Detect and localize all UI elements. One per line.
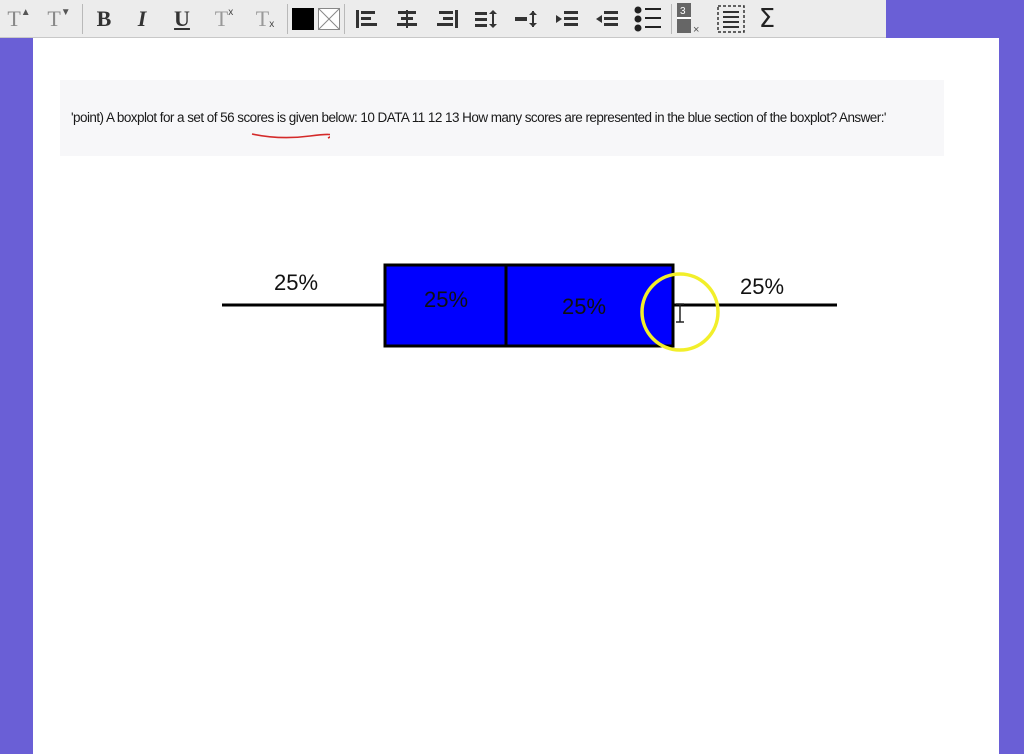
indent-glyph [556, 10, 578, 26]
no-fill-swatch [318, 7, 340, 30]
whiteboard-canvas[interactable]: 'point) A boxplot for a set of 56 scores… [33, 38, 999, 754]
align-center-icon[interactable] [387, 4, 427, 34]
bold-button[interactable]: B [85, 4, 123, 34]
boxplot-label-1: 25% [274, 270, 318, 295]
outdent-glyph [596, 10, 618, 26]
italic-label: I [137, 5, 147, 31]
svg-text:3: 3 [680, 6, 686, 17]
no-fill-icon[interactable] [316, 4, 342, 34]
indent-icon[interactable] [547, 4, 587, 34]
bold-label: B [96, 5, 112, 31]
font-size-increase-button[interactable]: T ▲ [0, 4, 38, 34]
paragraph-spacing-icon[interactable] [507, 4, 547, 34]
fill-color-swatch [292, 7, 314, 30]
boxplot-label-3: 25% [562, 294, 606, 319]
boxplot-label-4: 25% [740, 274, 784, 299]
line-spacing-glyph [475, 9, 497, 28]
paragraph-spacing-glyph [515, 10, 537, 27]
fill-color-icon[interactable] [290, 4, 316, 34]
table-glyph [717, 4, 745, 33]
align-right-glyph [437, 9, 458, 28]
arrow-down-icon: ▼ [60, 7, 71, 18]
align-center-glyph [397, 9, 417, 28]
fraction-icon[interactable]: 3 × [674, 2, 710, 35]
font-size-decrease-button[interactable]: T ▼ [38, 4, 80, 34]
subscript-button[interactable]: Tx [245, 4, 285, 34]
sigma-icon[interactable]: Σ [752, 4, 782, 34]
svg-text:×: × [693, 24, 699, 35]
boxplot-drawing: 25% 25% 25% 25% [222, 263, 837, 352]
text-cursor-icon [676, 303, 684, 323]
fraction-glyph: 3× [677, 2, 699, 35]
toolbar-separator [344, 3, 345, 34]
toolbar-separator [82, 3, 83, 34]
align-left-glyph [356, 9, 377, 28]
formatting-toolbar: T ▲ T ▼ B I U Tx Tx 3 × Σ [0, 0, 886, 38]
superscript-marker-icon: x [228, 7, 234, 18]
subscript-label: T [255, 5, 270, 31]
line-spacing-icon[interactable] [467, 4, 507, 34]
superscript-button[interactable]: Tx [203, 4, 245, 34]
italic-button[interactable]: I [123, 4, 161, 34]
boxplot-label-2: 25% [424, 287, 468, 312]
table-icon[interactable] [710, 4, 752, 34]
bullet-list-glyph [634, 6, 661, 31]
toolbar-separator [671, 3, 672, 34]
bullet-list-icon[interactable] [627, 4, 669, 34]
subscript-marker-icon: x [269, 19, 275, 30]
superscript-label: T [214, 5, 229, 31]
underline-button[interactable]: U [161, 4, 203, 34]
outdent-icon[interactable] [587, 4, 627, 34]
sigma-label: Σ [758, 3, 776, 34]
underline-label: U [174, 5, 190, 31]
font-size-increase-label: T [7, 5, 21, 31]
align-left-icon[interactable] [347, 4, 387, 34]
toolbar-separator [287, 3, 288, 34]
font-size-decrease-label: T [47, 5, 61, 31]
arrow-up-icon: ▲ [20, 7, 31, 18]
align-right-icon[interactable] [427, 4, 467, 34]
